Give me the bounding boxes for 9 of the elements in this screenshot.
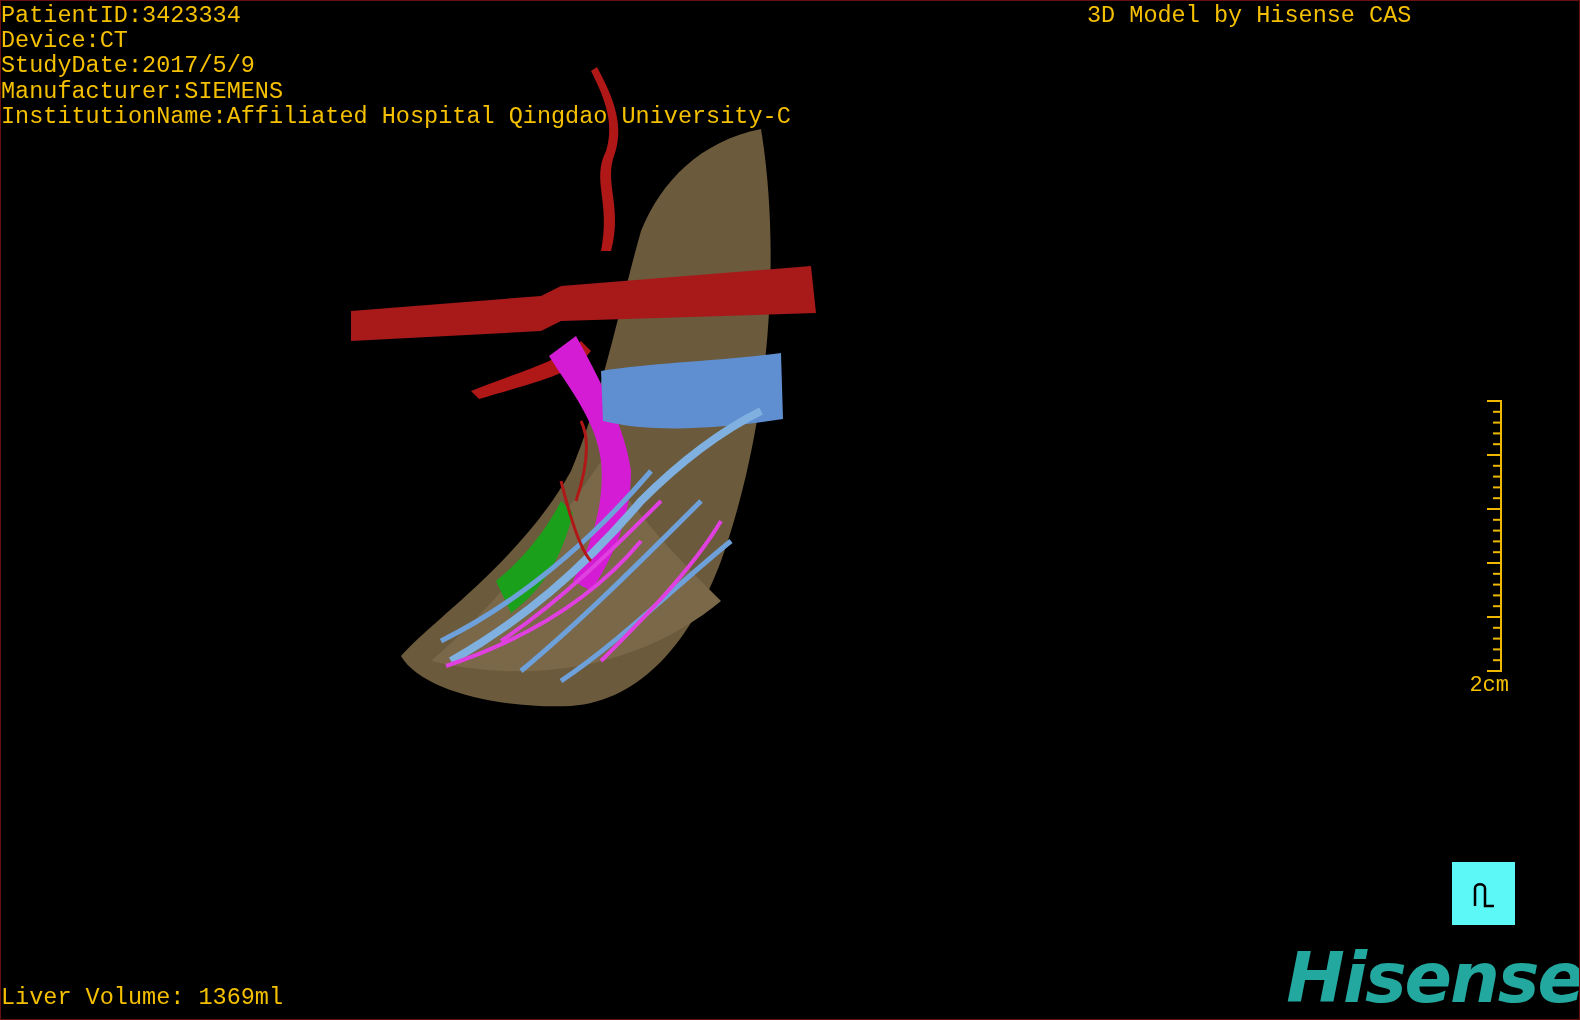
model-credit-text: 3D Model by Hisense CAS (1087, 3, 1412, 28)
patient-info-text: PatientID:3423334 (1, 3, 242, 29)
toolbar-button[interactable] (1452, 862, 1515, 925)
scale-label: 2cm (1469, 674, 1509, 698)
patient-info-text: Device:CT (1, 28, 128, 54)
liver-volume-text: Liver Volume: 1369ml (1, 985, 284, 1011)
patient-info-text: Manufacturer:SIEMENS (1, 78, 285, 104)
patient-info-text: StudyDate:2017/5/9 (1, 53, 256, 79)
patient-info-text: InstitutionName:Affiliated Hospital Qingdao University-C (1, 103, 791, 129)
